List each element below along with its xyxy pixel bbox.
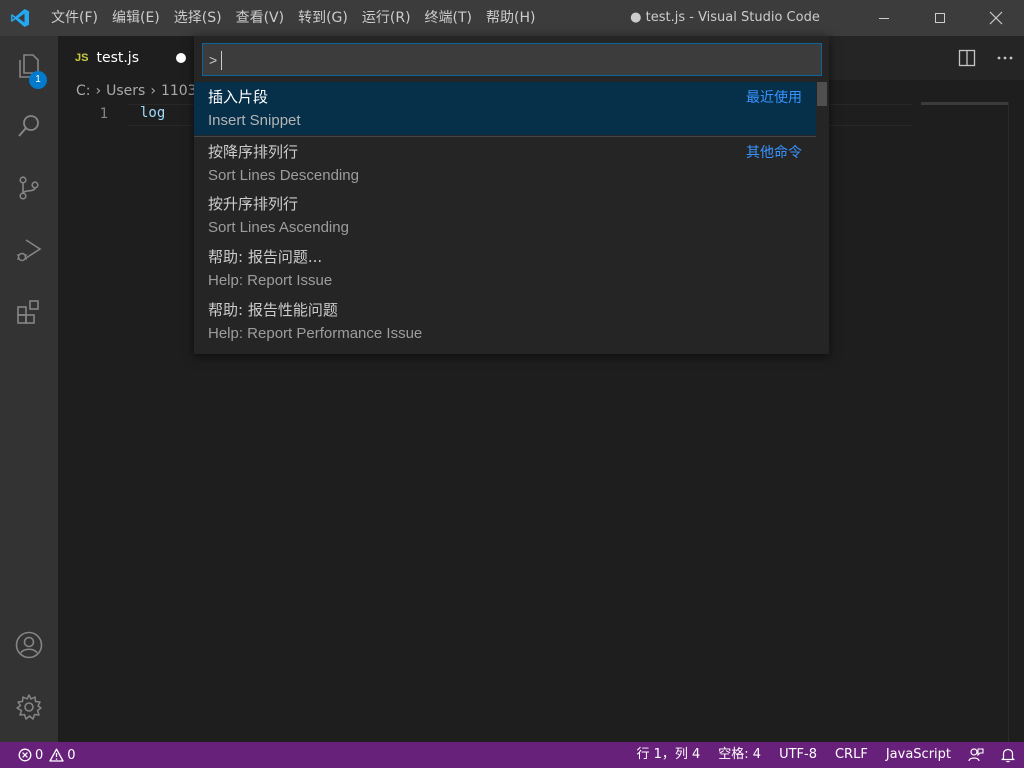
menu-edit[interactable]: 编辑(E) <box>105 0 167 36</box>
close-icon <box>989 11 1003 25</box>
warning-count: 0 <box>67 747 76 763</box>
menu-help[interactable]: 帮助(H) <box>479 0 542 36</box>
menu-view[interactable]: 查看(V) <box>229 0 292 36</box>
command-item[interactable]: 插入片段 Insert Snippet 最近使用 <box>194 82 816 135</box>
source-control-icon <box>19 176 39 200</box>
command-label: 插入片段 <box>208 88 269 106</box>
minimize-button[interactable] <box>856 0 912 36</box>
maximize-button[interactable] <box>912 0 968 36</box>
editor-scrollbar[interactable] <box>1008 102 1024 742</box>
command-item[interactable]: 帮助: 报告问题... Help: Report Issue <box>194 242 816 295</box>
minimap-slider[interactable] <box>921 102 1008 105</box>
search-button[interactable] <box>0 102 58 150</box>
search-icon <box>18 115 39 137</box>
command-label: 按降序排列行 <box>208 143 299 161</box>
problems-indicator[interactable]: 0 0 <box>18 742 76 768</box>
end-of-line[interactable]: CRLF <box>826 742 877 768</box>
accounts-button[interactable] <box>0 621 58 669</box>
language-mode[interactable]: JavaScript <box>877 742 960 768</box>
source-control-button[interactable] <box>0 164 58 212</box>
javascript-file-icon: JS <box>75 52 89 64</box>
error-icon <box>18 748 32 762</box>
command-group-label: 最近使用 <box>746 90 802 106</box>
bell-icon <box>1001 748 1015 763</box>
command-detail: Help: Report Performance Issue <box>208 325 423 342</box>
code-text[interactable]: log <box>140 105 165 121</box>
feedback-icon <box>968 748 984 762</box>
command-label: 按升序排列行 <box>208 195 299 213</box>
cursor-position[interactable]: 行 1，列 4 <box>627 742 709 768</box>
breadcrumb-item[interactable]: Users <box>106 83 145 99</box>
split-editor-icon <box>958 49 976 67</box>
close-button[interactable] <box>968 0 1024 36</box>
more-actions-button[interactable] <box>986 36 1024 80</box>
command-label: 帮助: 报告性能问题 <box>208 301 338 319</box>
command-list: 插入片段 Insert Snippet 最近使用 按降序排列行 Sort Lin… <box>194 82 829 348</box>
command-detail: Help: Report Issue <box>208 272 333 289</box>
menu-selection[interactable]: 选择(S) <box>167 0 229 36</box>
status-bar: 0 0 行 1，列 4 空格: 4 UTF-8 CRLF JavaScript <box>0 742 1024 768</box>
breadcrumb-item[interactable]: 1103 <box>161 83 197 99</box>
command-item[interactable]: 按降序排列行 Sort Lines Descending 其他命令 <box>194 136 816 189</box>
error-count: 0 <box>35 747 44 763</box>
notifications-button[interactable] <box>992 742 1024 768</box>
line-number: 1 <box>99 106 108 122</box>
vscode-logo-icon <box>0 0 40 36</box>
explorer-button[interactable]: 1 <box>0 42 58 90</box>
minimize-icon <box>879 18 889 19</box>
editor-actions <box>948 36 1024 80</box>
run-debug-icon <box>17 239 42 262</box>
run-debug-button[interactable] <box>0 226 58 274</box>
chevron-right-icon: › <box>150 83 156 99</box>
warning-icon <box>49 748 64 762</box>
extensions-button[interactable] <box>0 288 58 336</box>
command-input-box <box>202 43 822 76</box>
window-title: ● test.js - Visual Studio Code <box>630 10 820 25</box>
menu-run[interactable]: 运行(R) <box>355 0 418 36</box>
manage-button[interactable] <box>0 683 58 731</box>
explorer-badge: 1 <box>29 71 47 89</box>
command-detail: Sort Lines Descending <box>208 167 359 184</box>
file-encoding[interactable]: UTF-8 <box>770 742 826 768</box>
feedback-button[interactable] <box>960 742 992 768</box>
menu-bar: 文件(F) 编辑(E) 选择(S) 查看(V) 转到(G) 运行(R) 终端(T… <box>40 0 542 36</box>
account-icon <box>15 631 43 659</box>
command-item[interactable]: 帮助: 报告性能问题 Help: Report Performance Issu… <box>194 295 816 348</box>
text-caret <box>221 51 222 70</box>
command-group-label: 其他命令 <box>746 145 802 161</box>
unsaved-dot-icon[interactable] <box>176 53 186 63</box>
status-bar-right: 行 1，列 4 空格: 4 UTF-8 CRLF JavaScript <box>627 742 1024 768</box>
extensions-icon <box>17 300 39 324</box>
command-label: 帮助: 报告问题... <box>208 248 323 266</box>
command-palette: 插入片段 Insert Snippet 最近使用 按降序排列行 Sort Lin… <box>194 36 829 354</box>
tab-test-js[interactable]: JS test.js <box>58 36 198 80</box>
tab-label: test.js <box>96 50 139 66</box>
menu-go[interactable]: 转到(G) <box>291 0 355 36</box>
menu-terminal[interactable]: 终端(T) <box>418 0 479 36</box>
ellipsis-icon <box>997 56 1013 60</box>
command-detail: Sort Lines Ascending <box>208 219 349 236</box>
command-detail: Insert Snippet <box>208 112 301 129</box>
title-bar: 文件(F) 编辑(E) 选择(S) 查看(V) 转到(G) 运行(R) 终端(T… <box>0 0 1024 36</box>
window-controls <box>856 0 1024 36</box>
breadcrumb-item[interactable]: C: <box>76 83 91 99</box>
command-input[interactable] <box>203 44 821 75</box>
command-list-scrollbar[interactable] <box>817 82 827 106</box>
menu-file[interactable]: 文件(F) <box>40 0 105 36</box>
command-item[interactable]: 按升序排列行 Sort Lines Ascending <box>194 189 816 242</box>
maximize-icon <box>935 13 945 23</box>
chevron-right-icon: › <box>95 83 102 99</box>
activity-bar: 1 <box>0 36 58 742</box>
settings-gear-icon <box>16 694 42 720</box>
split-editor-button[interactable] <box>948 36 986 80</box>
indentation-setting[interactable]: 空格: 4 <box>709 742 770 768</box>
